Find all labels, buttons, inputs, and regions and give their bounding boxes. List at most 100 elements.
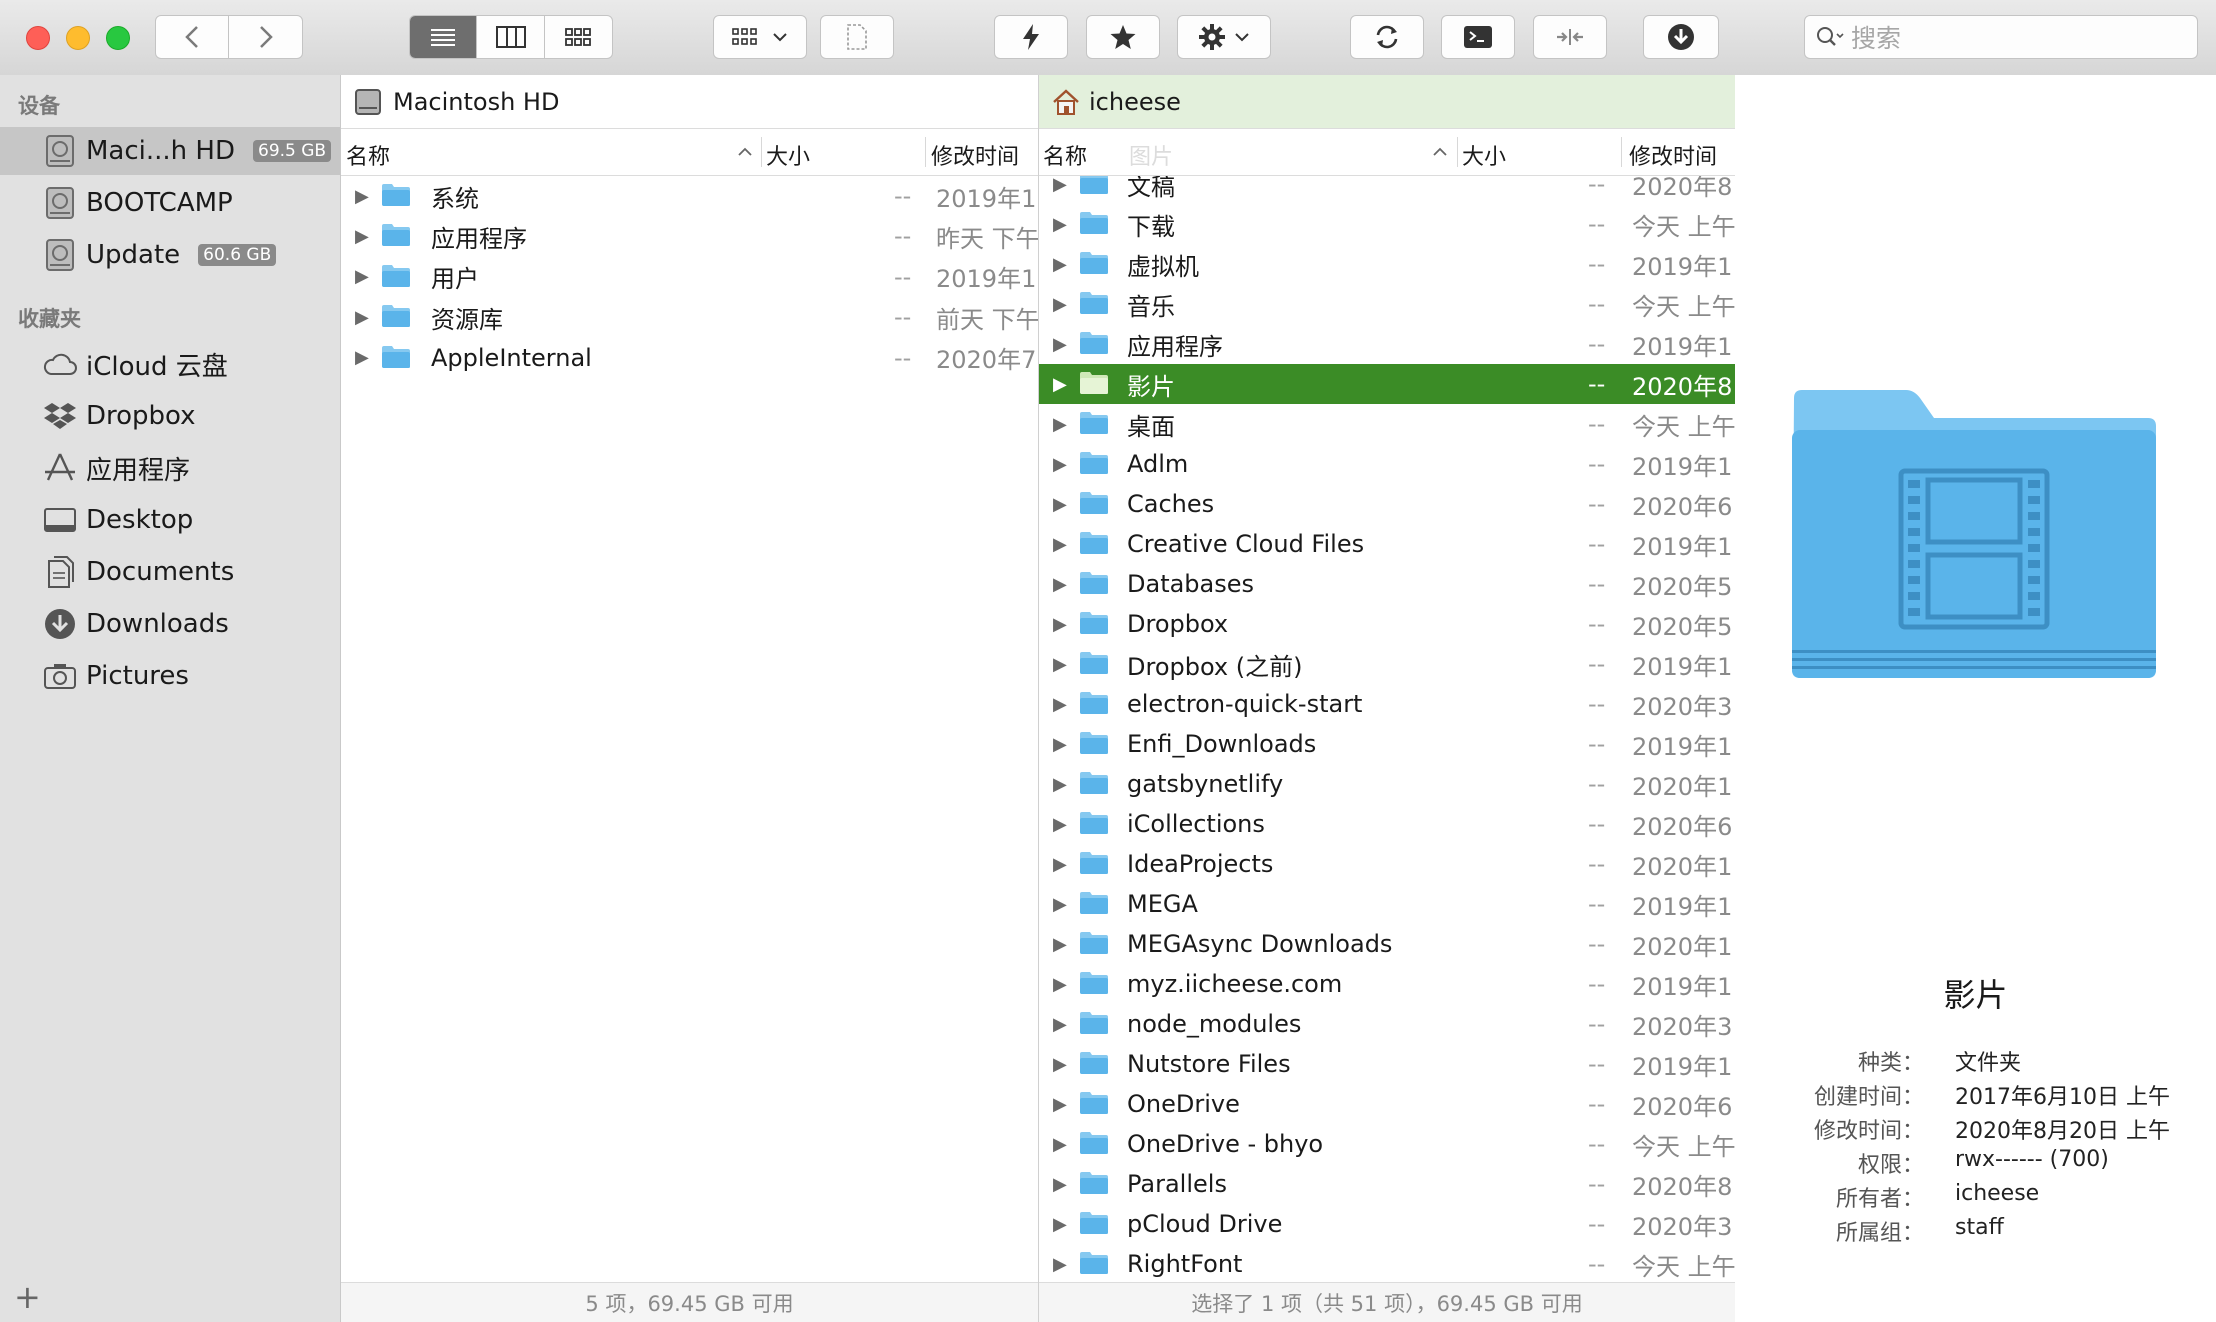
back-button[interactable] bbox=[156, 16, 229, 58]
column-date-header[interactable]: 修改时间 bbox=[1629, 139, 1717, 171]
file-row[interactable]: ▶ 影片 -- 2020年8 bbox=[1039, 364, 1735, 404]
minimize-window-button[interactable] bbox=[66, 26, 90, 50]
column-date-header[interactable]: 修改时间 bbox=[931, 139, 1019, 171]
disclosure-triangle-icon[interactable]: ▶ bbox=[1053, 854, 1067, 875]
download-button[interactable] bbox=[1643, 15, 1719, 59]
disclosure-triangle-icon[interactable]: ▶ bbox=[355, 307, 369, 328]
disclosure-triangle-icon[interactable]: ▶ bbox=[1053, 1174, 1067, 1195]
file-row[interactable]: ▶ AppleInternal -- 2020年7 bbox=[341, 338, 1038, 378]
disclosure-triangle-icon[interactable]: ▶ bbox=[1053, 534, 1067, 555]
file-row[interactable]: ▶ electron-quick-start -- 2020年3 bbox=[1039, 684, 1735, 724]
disclosure-triangle-icon[interactable]: ▶ bbox=[1053, 254, 1067, 275]
disclosure-triangle-icon[interactable]: ▶ bbox=[1053, 214, 1067, 235]
close-window-button[interactable] bbox=[26, 26, 50, 50]
disclosure-triangle-icon[interactable]: ▶ bbox=[355, 347, 369, 368]
disclosure-triangle-icon[interactable]: ▶ bbox=[1053, 1254, 1067, 1275]
disclosure-triangle-icon[interactable]: ▶ bbox=[1053, 1214, 1067, 1235]
sidebar-item-macintosh-hd[interactable]: Maci...h HD 69.5 GB bbox=[0, 127, 340, 175]
file-row[interactable]: ▶ 应用程序 -- 2019年1 bbox=[1039, 324, 1735, 364]
quick-action-button[interactable] bbox=[994, 15, 1068, 59]
file-row[interactable]: ▶ RightFont -- 今天 上午 bbox=[1039, 1244, 1735, 1282]
disclosure-triangle-icon[interactable]: ▶ bbox=[1053, 1134, 1067, 1155]
disclosure-triangle-icon[interactable]: ▶ bbox=[1053, 1014, 1067, 1035]
file-row[interactable]: ▶ OneDrive - bhyo -- 今天 上午 bbox=[1039, 1124, 1735, 1164]
disclosure-triangle-icon[interactable]: ▶ bbox=[1053, 1054, 1067, 1075]
column-size-header[interactable]: 大小 bbox=[1462, 139, 1506, 171]
file-row[interactable]: ▶ Nutstore Files -- 2019年1 bbox=[1039, 1044, 1735, 1084]
file-row[interactable]: ▶ OneDrive -- 2020年6 bbox=[1039, 1084, 1735, 1124]
search-field[interactable]: 搜索 bbox=[1804, 15, 2198, 59]
file-row[interactable]: ▶ pCloud Drive -- 2020年3 bbox=[1039, 1204, 1735, 1244]
file-row[interactable]: ▶ myz.iicheese.com -- 2019年1 bbox=[1039, 964, 1735, 1004]
file-row[interactable]: ▶ IdeaProjects -- 2020年1 bbox=[1039, 844, 1735, 884]
forward-button[interactable] bbox=[229, 16, 302, 58]
action-menu-button[interactable] bbox=[1177, 15, 1271, 59]
column-name-header[interactable]: 名称 bbox=[346, 139, 390, 171]
disclosure-triangle-icon[interactable]: ▶ bbox=[355, 186, 369, 207]
disclosure-triangle-icon[interactable]: ▶ bbox=[1053, 894, 1067, 915]
disclosure-triangle-icon[interactable]: ▶ bbox=[1053, 614, 1067, 635]
column-name-header[interactable]: 名称 bbox=[1043, 139, 1087, 171]
column-size-header[interactable]: 大小 bbox=[766, 139, 810, 171]
file-row[interactable]: ▶ 用户 -- 2019年1 bbox=[341, 257, 1038, 297]
disclosure-triangle-icon[interactable]: ▶ bbox=[1053, 934, 1067, 955]
favorite-button[interactable] bbox=[1086, 15, 1160, 59]
file-row[interactable]: ▶ 应用程序 -- 昨天 下午 bbox=[341, 216, 1038, 256]
sidebar-item-icloud[interactable]: iCloud 云盘 bbox=[0, 340, 340, 388]
terminal-button[interactable] bbox=[1441, 15, 1515, 59]
disclosure-triangle-icon[interactable]: ▶ bbox=[1053, 574, 1067, 595]
disclosure-triangle-icon[interactable]: ▶ bbox=[1053, 414, 1067, 435]
disclosure-triangle-icon[interactable]: ▶ bbox=[1053, 454, 1067, 475]
file-row[interactable]: ▶ 桌面 -- 今天 上午 bbox=[1039, 404, 1735, 444]
file-row[interactable]: ▶ Adlm -- 2019年1 bbox=[1039, 444, 1735, 484]
icon-view-button[interactable] bbox=[545, 16, 612, 58]
file-row[interactable]: ▶ Enfi_Downloads -- 2019年1 bbox=[1039, 724, 1735, 764]
disclosure-triangle-icon[interactable]: ▶ bbox=[1053, 494, 1067, 515]
sync-button[interactable] bbox=[1350, 15, 1424, 59]
disclosure-triangle-icon[interactable]: ▶ bbox=[1053, 694, 1067, 715]
disclosure-triangle-icon[interactable]: ▶ bbox=[355, 266, 369, 287]
column-view-button[interactable] bbox=[477, 16, 545, 58]
compress-button[interactable] bbox=[1533, 15, 1607, 59]
sidebar-item-update[interactable]: Update 60.6 GB bbox=[0, 231, 340, 279]
file-row[interactable]: ▶ 下载 -- 今天 上午 bbox=[1039, 204, 1735, 244]
disclosure-triangle-icon[interactable]: ▶ bbox=[1053, 774, 1067, 795]
sidebar-item-desktop[interactable]: Desktop bbox=[0, 496, 340, 544]
file-row[interactable]: ▶ Dropbox -- 2020年5 bbox=[1039, 604, 1735, 644]
file-row[interactable]: ▶ MEGA -- 2019年1 bbox=[1039, 884, 1735, 924]
list-view-button[interactable] bbox=[410, 16, 478, 58]
file-row[interactable]: ▶ iCollections -- 2020年6 bbox=[1039, 804, 1735, 844]
sidebar-item-downloads[interactable]: Downloads bbox=[0, 600, 340, 648]
disclosure-triangle-icon[interactable]: ▶ bbox=[1053, 654, 1067, 675]
file-row[interactable]: ▶ 文稿 -- 2020年8 bbox=[1039, 176, 1735, 204]
file-row[interactable]: ▶ 音乐 -- 今天 上午 bbox=[1039, 284, 1735, 324]
file-row[interactable]: ▶ node_modules -- 2020年3 bbox=[1039, 1004, 1735, 1044]
file-row[interactable]: ▶ Databases -- 2020年5 bbox=[1039, 564, 1735, 604]
sidebar-item-pictures[interactable]: Pictures bbox=[0, 652, 340, 700]
sidebar-item-dropbox[interactable]: Dropbox bbox=[0, 392, 340, 440]
disclosure-triangle-icon[interactable]: ▶ bbox=[355, 226, 369, 247]
file-row[interactable]: ▶ Caches -- 2020年6 bbox=[1039, 484, 1735, 524]
disclosure-triangle-icon[interactable]: ▶ bbox=[1053, 1094, 1067, 1115]
disclosure-triangle-icon[interactable]: ▶ bbox=[1053, 974, 1067, 995]
file-row[interactable]: ▶ Dropbox (之前) -- 2019年1 bbox=[1039, 644, 1735, 684]
file-row[interactable]: ▶ 系统 -- 2019年1 bbox=[341, 176, 1038, 216]
sidebar-item-documents[interactable]: Documents bbox=[0, 548, 340, 596]
disclosure-triangle-icon[interactable]: ▶ bbox=[1053, 176, 1067, 195]
file-row[interactable]: ▶ Creative Cloud Files -- 2019年1 bbox=[1039, 524, 1735, 564]
sidebar-item-applications[interactable]: 应用程序 bbox=[0, 444, 340, 492]
new-file-button[interactable] bbox=[820, 15, 894, 59]
file-row[interactable]: ▶ Parallels -- 2020年8 bbox=[1039, 1164, 1735, 1204]
right-file-list-viewport[interactable]: ▶ 文稿 -- 2020年8 ▶ 下载 -- 今天 上午 ▶ 虚拟机 -- 2019年1 ▶ 音乐 -- 今天… bbox=[1039, 176, 1735, 1282]
group-options-button[interactable] bbox=[713, 15, 807, 59]
add-sidebar-item-button[interactable]: + bbox=[14, 1278, 41, 1316]
disclosure-triangle-icon[interactable]: ▶ bbox=[1053, 374, 1067, 395]
disclosure-triangle-icon[interactable]: ▶ bbox=[1053, 334, 1067, 355]
sidebar-item-bootcamp[interactable]: BOOTCAMP bbox=[0, 179, 340, 227]
zoom-window-button[interactable] bbox=[106, 26, 130, 50]
file-row[interactable]: ▶ gatsbynetlify -- 2020年1 bbox=[1039, 764, 1735, 804]
disclosure-triangle-icon[interactable]: ▶ bbox=[1053, 734, 1067, 755]
file-row[interactable]: ▶ 资源库 -- 前天 下午 bbox=[341, 297, 1038, 337]
disclosure-triangle-icon[interactable]: ▶ bbox=[1053, 294, 1067, 315]
file-row[interactable]: ▶ 虚拟机 -- 2019年1 bbox=[1039, 244, 1735, 284]
